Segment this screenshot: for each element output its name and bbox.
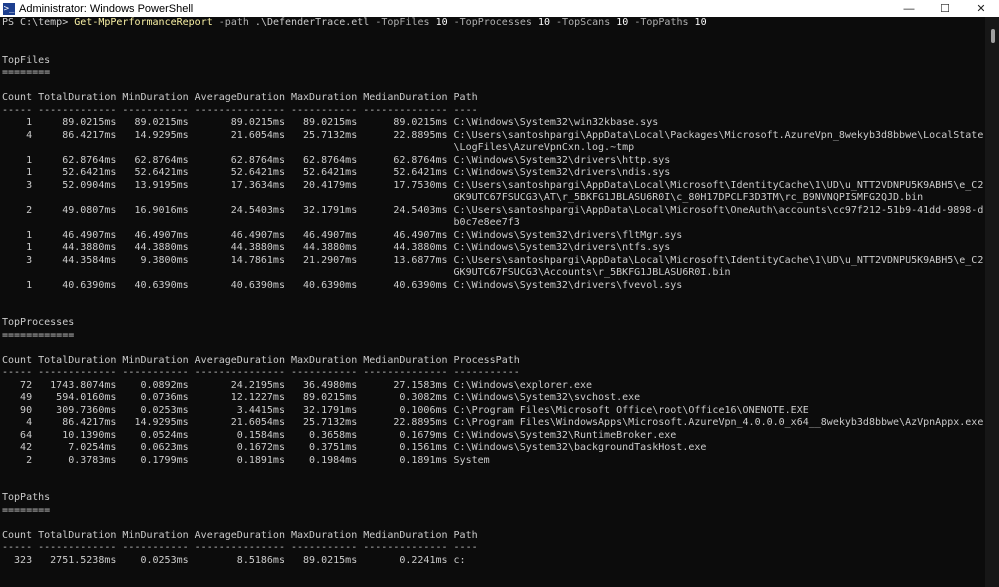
console-line: 1 44.3880ms 44.3880ms 44.3880ms 44.3880m… (2, 242, 671, 253)
arg-value: 10 (537, 17, 550, 28)
console-line: 72 1743.8074ms 0.0892ms 24.2195ms 36.498… (2, 379, 593, 391)
console-line: 1 46.4907ms 46.4907ms 46.4907ms 46.4907m… (2, 229, 683, 241)
console-line: \LogFiles\AzureVpnCxn.log.~tmp (2, 142, 635, 153)
console-line: Count TotalDuration MinDuration AverageD… (2, 354, 520, 366)
console-line: 2 49.0807ms 16.9016ms 24.5403ms 32.1791m… (2, 204, 984, 216)
console-line: TopProcesses (2, 317, 75, 328)
console-line: TopPaths (2, 492, 51, 503)
console-line: GK9UTC67FSUCG3\Accounts\r_5BKFG1JBLASU6R… (2, 267, 731, 278)
arg-param: -TopScans (556, 17, 611, 28)
console-line: Count TotalDuration MinDuration AverageD… (2, 529, 478, 541)
close-button[interactable]: ✕ (963, 0, 999, 17)
console-line: 1 89.0215ms 89.0215ms 89.0215ms 89.0215m… (2, 117, 659, 128)
console-line: ----- ------------- ----------- --------… (2, 542, 478, 553)
console-line: Count TotalDuration MinDuration AverageD… (2, 92, 478, 103)
console-line: ----- ------------- ----------- --------… (2, 367, 520, 378)
window-title: Administrator: Windows PowerShell (19, 2, 194, 15)
arg-param: -TopProcesses (453, 17, 532, 28)
console-line: 49 594.0160ms 0.0736ms 12.1227ms 89.0215… (2, 392, 641, 403)
console-line: 3 44.3584ms 9.3800ms 14.7861ms 21.2907ms… (2, 254, 984, 266)
arg-param: -path (218, 17, 249, 28)
console-line: 64 10.1390ms 0.0524ms 0.1584ms 0.3658ms … (2, 429, 677, 441)
powershell-window: >_ Administrator: Windows PowerShell — ☐… (0, 0, 999, 587)
vertical-scrollbar[interactable] (985, 17, 999, 587)
console-output[interactable]: PS C:\temp> Get-MpPerformanceReport -pat… (0, 17, 985, 587)
arg-value: 10 (694, 17, 707, 28)
prompt-line: PS C:\temp> Get-MpPerformanceReport -pat… (2, 17, 985, 30)
console-line: ======== (2, 504, 51, 516)
console-line: b0c7e8ee7f3 (2, 217, 520, 228)
console-line: 1 52.6421ms 52.6421ms 52.6421ms 52.6421m… (2, 167, 671, 178)
command-name: Get-MpPerformanceReport (74, 17, 213, 28)
console-line: 323 2751.5238ms 0.0253ms 8.5186ms 89.021… (2, 554, 466, 566)
arg-param: -TopFiles (375, 17, 430, 28)
arg-value: 10 (616, 17, 629, 28)
maximize-button[interactable]: ☐ (927, 0, 963, 17)
console-line: 42 7.0254ms 0.0623ms 0.1672ms 0.3751ms 0… (2, 442, 707, 453)
console-line: 90 309.7360ms 0.0253ms 3.4415ms 32.1791m… (2, 404, 809, 416)
console-line: 4 86.4217ms 14.9295ms 21.6054ms 25.7132m… (2, 417, 984, 428)
powershell-icon: >_ (3, 2, 15, 15)
prompt-path: PS C:\temp> (2, 17, 69, 28)
console-line: TopFiles (2, 54, 51, 66)
console-line: ======== (2, 67, 51, 78)
arg-value: .\DefenderTrace.etl (254, 17, 370, 28)
console-line: 1 62.8764ms 62.8764ms 62.8764ms 62.8764m… (2, 154, 671, 166)
console-line: ============ (2, 329, 75, 341)
minimize-button[interactable]: — (891, 0, 927, 17)
title-bar[interactable]: >_ Administrator: Windows PowerShell — ☐… (0, 0, 999, 17)
console-line: ----- ------------- ----------- --------… (2, 104, 478, 116)
arg-param: -TopPaths (634, 17, 689, 28)
console-line: GK9UTC67FSUCG3\AT\r_5BKFG1JBLASU6R0I\c_8… (2, 192, 924, 203)
console-line: 3 52.0904ms 13.9195ms 17.3634ms 20.4179m… (2, 179, 984, 191)
scrollbar-thumb[interactable] (991, 29, 995, 43)
console-line: 1 40.6390ms 40.6390ms 40.6390ms 40.6390m… (2, 279, 683, 291)
console-line: 4 86.4217ms 14.9295ms 21.6054ms 25.7132m… (2, 129, 984, 141)
console-line: 2 0.3783ms 0.1799ms 0.1891ms 0.1984ms 0.… (2, 454, 490, 466)
arg-value: 10 (435, 17, 448, 28)
